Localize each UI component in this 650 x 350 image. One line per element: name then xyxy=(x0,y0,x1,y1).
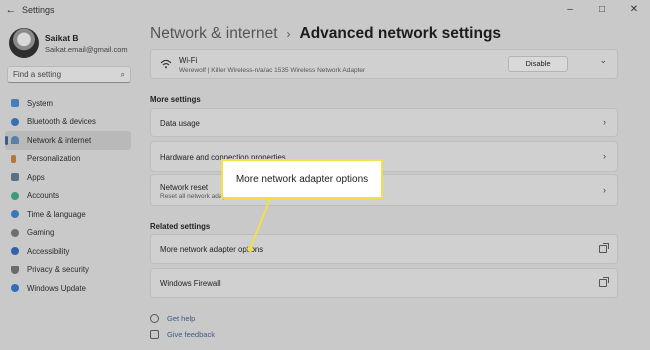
callout-text: More network adapter options xyxy=(235,173,369,185)
callout-box: More network adapter options xyxy=(221,159,383,199)
